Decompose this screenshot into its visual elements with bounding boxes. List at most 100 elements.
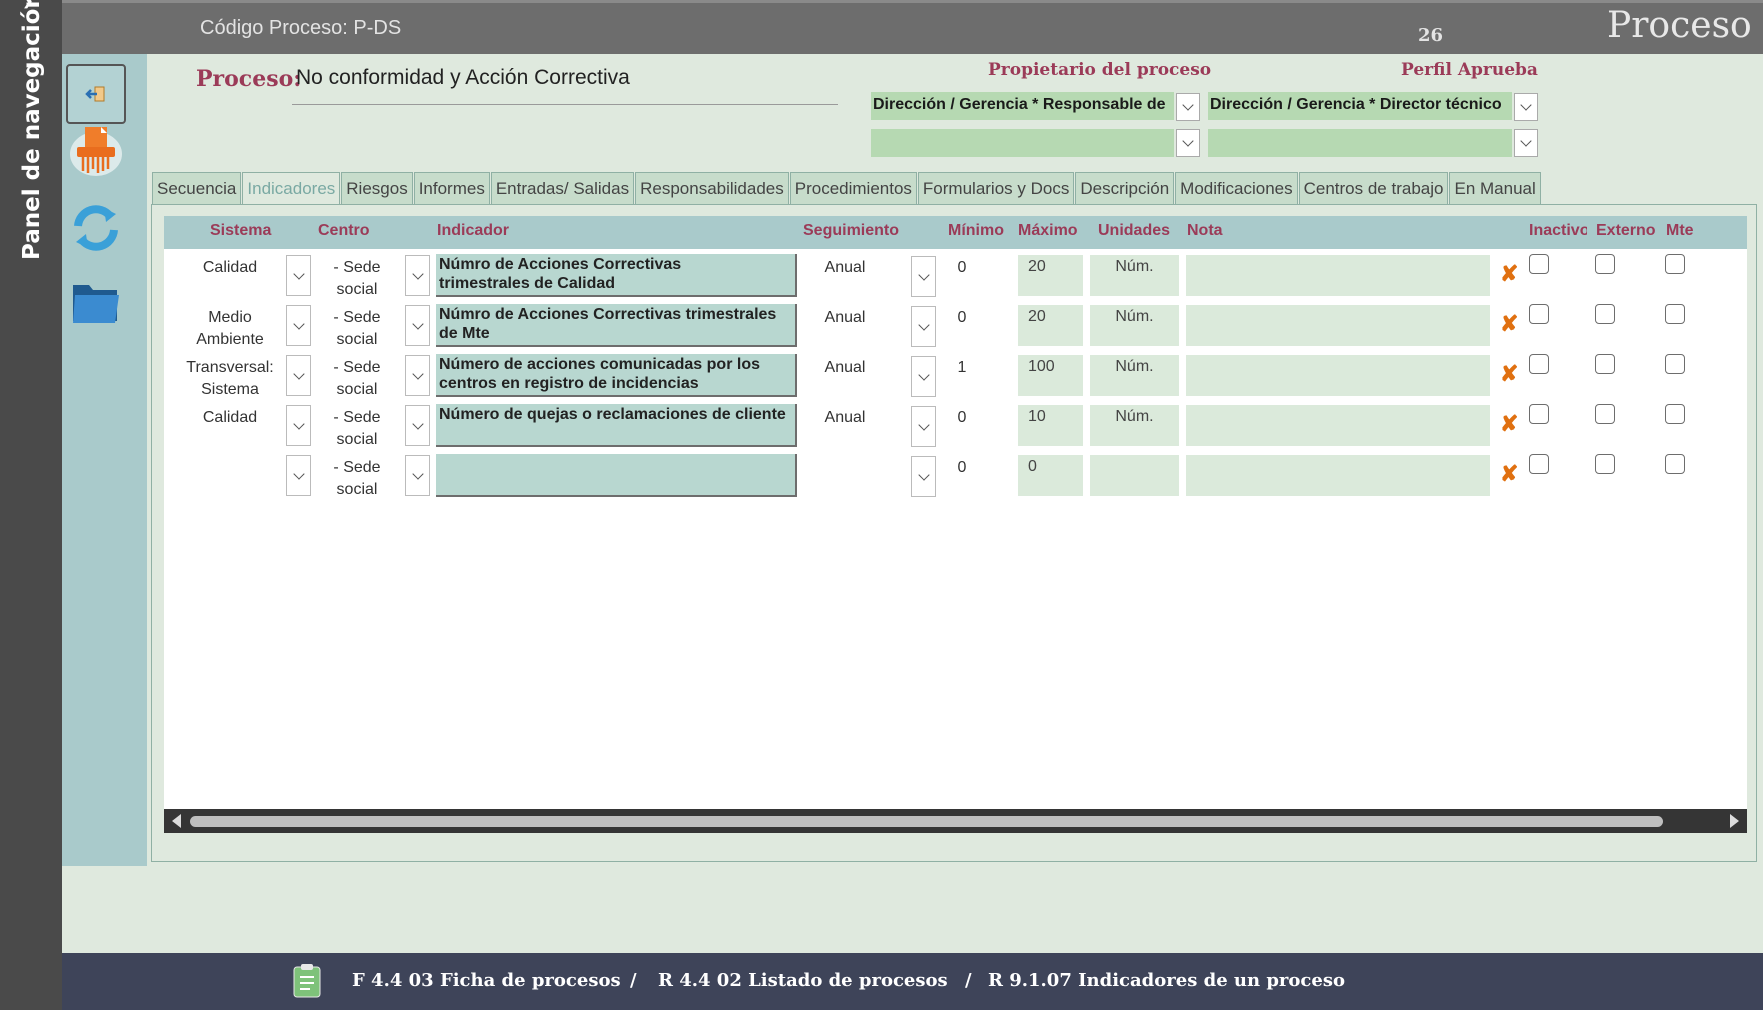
externo-checkbox[interactable]: [1595, 404, 1615, 424]
sistema-dropdown[interactable]: [286, 255, 311, 296]
seguimiento-dropdown[interactable]: [911, 456, 936, 497]
indicador-field[interactable]: [436, 454, 797, 497]
nota-field[interactable]: [1186, 255, 1490, 296]
owner-dropdown-button-2[interactable]: [1176, 129, 1200, 157]
tab-descripcion[interactable]: Descripción: [1075, 172, 1175, 204]
maximo-field[interactable]: 0: [1018, 455, 1083, 496]
tab-formularios-docs[interactable]: Formularios y Docs: [917, 172, 1075, 204]
approver-combo[interactable]: Dirección / Gerencia * Director técnico: [1208, 92, 1512, 120]
delete-icon[interactable]: ✘: [1500, 361, 1518, 387]
refresh-button[interactable]: [66, 198, 126, 258]
minimo-value[interactable]: 1: [955, 357, 969, 379]
folder-button[interactable]: [66, 272, 126, 332]
sistema-dropdown[interactable]: [286, 305, 311, 346]
maximo-field[interactable]: 100: [1018, 355, 1083, 396]
scroll-right-icon[interactable]: [1730, 814, 1739, 828]
seguimiento-dropdown[interactable]: [911, 256, 936, 297]
tab-modificaciones[interactable]: Modificaciones: [1175, 172, 1298, 204]
approver-dropdown-button[interactable]: [1514, 93, 1538, 121]
tab-centros-trabajo[interactable]: Centros de trabajo: [1298, 172, 1449, 204]
mte-checkbox[interactable]: [1665, 304, 1685, 324]
exit-icon: [85, 86, 105, 102]
maximo-field[interactable]: 10: [1018, 405, 1083, 446]
tab-informes[interactable]: Informes: [413, 172, 490, 204]
sistema-dropdown[interactable]: [286, 455, 311, 496]
scroll-left-icon[interactable]: [172, 814, 181, 828]
scrollbar-thumb[interactable]: [190, 816, 1663, 827]
link-ficha-procesos[interactable]: F 4.4 03 Ficha de procesos: [352, 970, 621, 991]
nota-field[interactable]: [1186, 305, 1490, 346]
centro-dropdown[interactable]: [405, 405, 430, 446]
col-mte: Mte: [1666, 222, 1694, 239]
minimo-value[interactable]: 0: [955, 307, 969, 329]
sistema-dropdown[interactable]: [286, 405, 311, 446]
shredder-button[interactable]: [66, 120, 126, 180]
chevron-down-icon: [1520, 135, 1532, 147]
centro-dropdown[interactable]: [405, 305, 430, 346]
centro-dropdown[interactable]: [405, 255, 430, 296]
owner-dropdown-button[interactable]: [1176, 93, 1200, 121]
seguimiento-dropdown[interactable]: [911, 406, 936, 447]
unidades-field[interactable]: Núm.: [1090, 405, 1179, 446]
link-indicadores-proceso[interactable]: R 9.1.07 Indicadores de un proceso: [988, 970, 1345, 991]
indicador-field[interactable]: Número de acciones comunicadas por los c…: [436, 354, 797, 397]
externo-checkbox[interactable]: [1595, 254, 1615, 274]
col-sistema: Sistema: [210, 222, 272, 239]
indicador-field[interactable]: Númro de Acciones Correctivas trimestral…: [436, 304, 797, 347]
link-listado-procesos[interactable]: R 4.4 02 Listado de procesos: [658, 970, 948, 991]
nota-field[interactable]: [1186, 355, 1490, 396]
inactivo-checkbox[interactable]: [1529, 404, 1549, 424]
delete-icon[interactable]: ✘: [1500, 311, 1518, 337]
unidades-field[interactable]: Núm.: [1090, 255, 1179, 296]
col-externo: Externo: [1596, 222, 1656, 239]
unidades-field[interactable]: Núm.: [1090, 305, 1179, 346]
tab-procedimientos[interactable]: Procedimientos: [789, 172, 917, 204]
centro-dropdown[interactable]: [405, 455, 430, 496]
approver-label: Perfil Aprueba: [1401, 60, 1538, 80]
unidades-field[interactable]: Núm.: [1090, 355, 1179, 396]
navigation-panel[interactable]: ❯ Panel de navegación: [0, 0, 62, 1010]
minimo-value[interactable]: 0: [955, 407, 969, 429]
delete-icon[interactable]: ✘: [1500, 461, 1518, 487]
clipboard-icon[interactable]: [292, 963, 322, 999]
seguimiento-dropdown[interactable]: [911, 356, 936, 397]
mte-checkbox[interactable]: [1665, 404, 1685, 424]
minimo-value[interactable]: 0: [955, 257, 969, 279]
inactivo-checkbox[interactable]: [1529, 354, 1549, 374]
inactivo-checkbox[interactable]: [1529, 304, 1549, 324]
nota-field[interactable]: [1186, 455, 1490, 496]
tab-riesgos[interactable]: Riesgos: [341, 172, 413, 204]
centro-dropdown[interactable]: [405, 355, 430, 396]
inactivo-checkbox[interactable]: [1529, 454, 1549, 474]
unidades-field[interactable]: [1090, 455, 1179, 496]
tab-entradas-salidas[interactable]: Entradas/ Salidas: [490, 172, 635, 204]
minimo-value[interactable]: 0: [955, 457, 969, 479]
delete-icon[interactable]: ✘: [1500, 261, 1518, 287]
maximo-field[interactable]: 20: [1018, 255, 1083, 296]
approver-dropdown-button-2[interactable]: [1514, 129, 1538, 157]
indicador-field[interactable]: Número de quejas o reclamaciones de clie…: [436, 404, 797, 447]
nota-field[interactable]: [1186, 405, 1490, 446]
sistema-dropdown[interactable]: [286, 355, 311, 396]
tab-secuencia[interactable]: Secuencia: [152, 172, 242, 204]
delete-icon[interactable]: ✘: [1500, 411, 1518, 437]
tab-indicadores[interactable]: Indicadores: [242, 172, 341, 204]
maximo-field[interactable]: 20: [1018, 305, 1083, 346]
seguimiento-dropdown[interactable]: [911, 306, 936, 347]
mte-checkbox[interactable]: [1665, 254, 1685, 274]
tab-en-manual[interactable]: En Manual: [1449, 172, 1541, 204]
inactivo-checkbox[interactable]: [1529, 254, 1549, 274]
indicador-field[interactable]: Númro de Acciones Correctivas trimestral…: [436, 254, 797, 297]
externo-checkbox[interactable]: [1595, 454, 1615, 474]
externo-checkbox[interactable]: [1595, 354, 1615, 374]
externo-checkbox[interactable]: [1595, 304, 1615, 324]
approver-combo-2[interactable]: [1208, 129, 1512, 157]
back-button[interactable]: [66, 64, 126, 124]
owner-combo[interactable]: Dirección / Gerencia * Responsable de: [871, 92, 1174, 120]
horizontal-scrollbar[interactable]: [164, 809, 1747, 833]
tab-responsabilidades[interactable]: Responsabilidades: [635, 172, 789, 204]
process-name-field[interactable]: No conformidad y Acción Correctiva: [296, 66, 630, 90]
mte-checkbox[interactable]: [1665, 354, 1685, 374]
mte-checkbox[interactable]: [1665, 454, 1685, 474]
owner-combo-2[interactable]: [871, 129, 1174, 157]
